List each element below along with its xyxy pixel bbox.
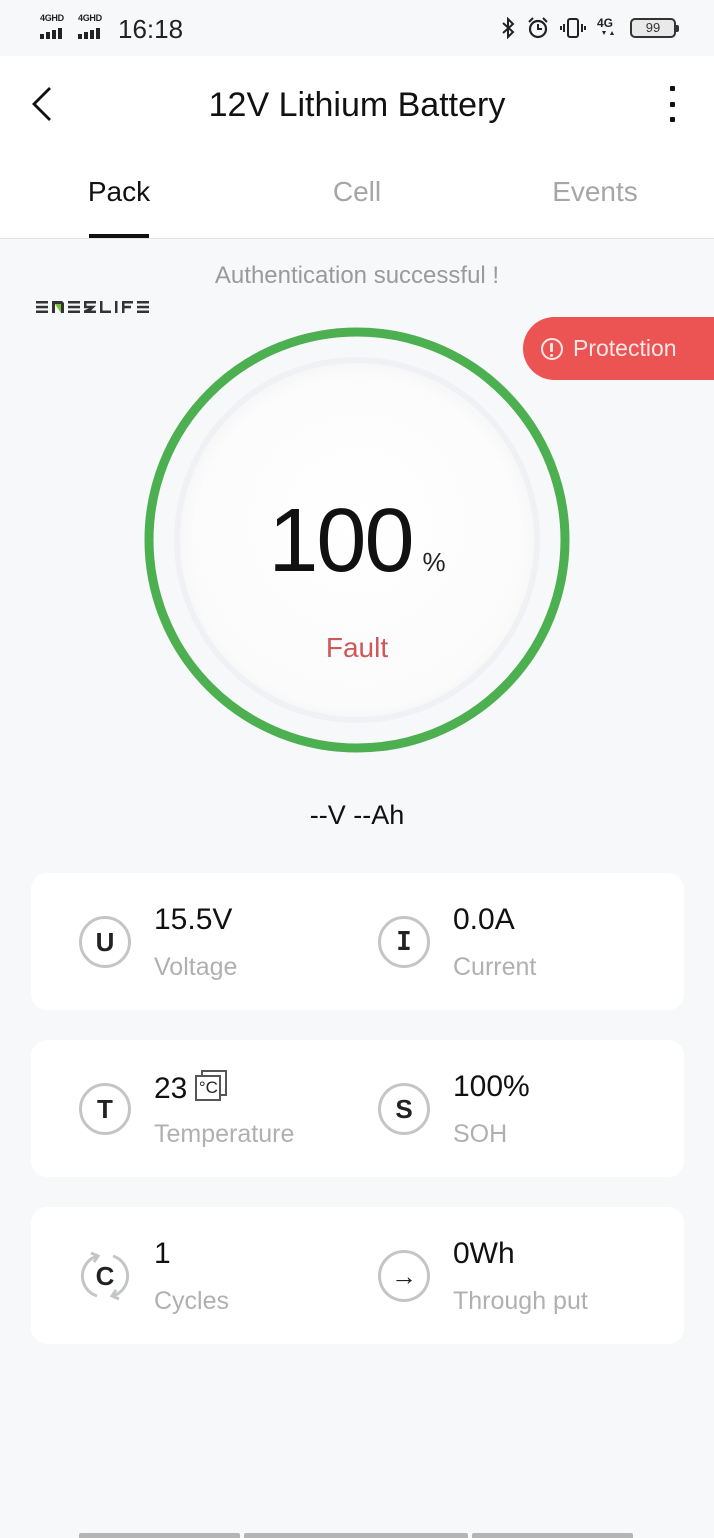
brand-logo: [36, 300, 150, 314]
status-bar: 4GHD 4GHD 16:18 4G 99: [0, 0, 714, 56]
soc-gauge: 100% Fault: [142, 325, 572, 755]
voltage-label: Voltage: [154, 953, 238, 981]
tab-events[interactable]: Events: [515, 176, 675, 208]
metric-card-electrical: U 15.5V Voltage I 0.0A Current: [31, 873, 684, 1010]
soh-label: SOH: [453, 1120, 508, 1148]
metric-cycles[interactable]: C 1 Cycles: [31, 1207, 331, 1344]
soc-readout: 100%: [142, 490, 572, 593]
soc-unit: %: [422, 547, 446, 577]
sim1-signal-icon: 4GHD: [40, 13, 72, 39]
current-value: 0.0A: [453, 903, 515, 936]
more-options-button[interactable]: [666, 86, 678, 126]
active-tab-indicator: [89, 234, 149, 238]
tab-cell[interactable]: Cell: [277, 176, 437, 208]
soh-icon: S: [378, 1083, 430, 1135]
page-title: 12V Lithium Battery: [208, 86, 506, 124]
tab-bar: Pack Cell Events: [0, 176, 714, 238]
tab-pack[interactable]: Pack: [39, 176, 199, 208]
battery-state: Fault: [325, 632, 389, 663]
app-header: 12V Lithium Battery Pack Cell Events: [0, 56, 714, 239]
temperature-unit: °C: [195, 1075, 222, 1101]
voltage-capacity-summary: --V --Ah: [309, 800, 405, 830]
vibrate-icon: [560, 18, 586, 38]
temperature-unit-toggle[interactable]: °C: [195, 1070, 228, 1101]
current-icon: I: [378, 916, 430, 968]
bluetooth-icon: [502, 16, 515, 40]
sim2-signal-icon: 4GHD: [78, 13, 110, 39]
current-label: Current: [453, 953, 537, 981]
metric-voltage[interactable]: U 15.5V Voltage: [31, 873, 331, 1010]
protection-label: Protection: [573, 335, 677, 361]
cycles-value: 1: [154, 1237, 171, 1270]
metric-card-health: T 23 °C Temperature S 100% SOH: [31, 1040, 684, 1177]
metric-current[interactable]: I 0.0A Current: [330, 873, 630, 1010]
temperature-label: Temperature: [154, 1120, 295, 1148]
metric-temperature[interactable]: T 23 °C Temperature: [31, 1040, 331, 1177]
cycles-label: Cycles: [154, 1287, 230, 1315]
soc-value: 100: [268, 491, 414, 591]
alarm-icon: [528, 17, 548, 39]
cycles-icon-letter: C: [95, 1260, 115, 1291]
battery-indicator: 99: [630, 18, 679, 38]
temperature-icon: T: [79, 1083, 131, 1135]
4g-data-icon: 4G: [597, 16, 614, 35]
sim2-label: 4GHD: [78, 13, 102, 23]
throughput-value: 0Wh: [453, 1237, 515, 1270]
clock: 16:18: [118, 14, 184, 44]
arrow-right-icon: →: [378, 1250, 430, 1302]
svg-text:4G: 4G: [597, 16, 613, 30]
throughput-label: Through put: [453, 1287, 588, 1315]
metric-throughput[interactable]: → 0Wh Through put: [330, 1207, 630, 1344]
system-nav-bar[interactable]: [79, 1533, 633, 1538]
temperature-value-wrap: 23 °C: [154, 1070, 228, 1106]
voltage-value: 15.5V: [154, 903, 233, 936]
auth-status-message: Authentication successful !: [214, 262, 500, 289]
sim1-label: 4GHD: [40, 13, 64, 23]
soh-value: 100%: [453, 1070, 530, 1103]
temperature-value: 23: [154, 1072, 188, 1105]
voltage-icon: U: [79, 916, 131, 968]
more-vertical-icon: [669, 86, 675, 122]
metric-soh[interactable]: S 100% SOH: [330, 1040, 630, 1177]
cycles-icon: C: [79, 1250, 131, 1302]
metric-card-usage: C 1 Cycles → 0Wh Through put: [31, 1207, 684, 1344]
